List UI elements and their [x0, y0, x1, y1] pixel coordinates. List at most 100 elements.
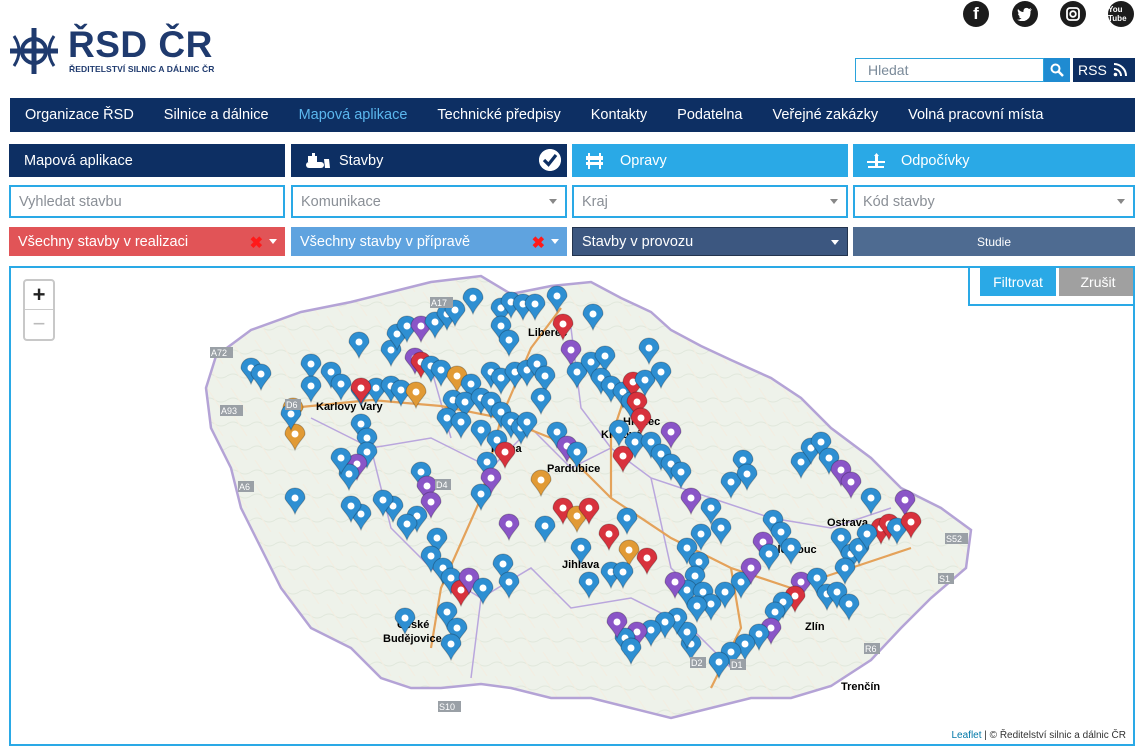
map-canvas[interactable]: Liberec Hradec Králové Pardubice Jihlava…	[11, 268, 1133, 744]
marker-dot	[619, 452, 627, 460]
nav-item-mapova-aplikace[interactable]: Mapová aplikace	[284, 107, 423, 123]
city-label: Zlín	[805, 621, 825, 633]
marker-dot	[695, 558, 703, 566]
status-in-operation-select[interactable]: Stavby v provozu	[572, 227, 848, 256]
road-label: D2	[691, 658, 703, 668]
checkmark-icon	[539, 149, 561, 171]
tab-mapova-aplikace-label: Mapová aplikace	[24, 152, 133, 169]
clear-icon[interactable]: ✖	[250, 233, 263, 253]
marker-dot	[337, 454, 345, 462]
marker-dot	[577, 544, 585, 552]
map-container[interactable]: Liberec Hradec Králové Pardubice Jihlava…	[9, 266, 1135, 746]
marker-dot	[637, 414, 645, 422]
nav-item-podatelna[interactable]: Podatelna	[662, 107, 757, 123]
marker-dot	[613, 618, 621, 626]
marker-dot	[605, 530, 613, 538]
clear-icon[interactable]: ✖	[532, 233, 545, 253]
marker-dot	[431, 318, 439, 326]
region-select-placeholder: Kraj	[582, 193, 608, 210]
zoom-in-button[interactable]: +	[25, 281, 53, 310]
marker-dot	[345, 470, 353, 478]
nav-item-technicke-predpisy[interactable]: Technické předpisy	[422, 107, 575, 123]
region-select[interactable]: Kraj	[572, 185, 848, 218]
marker-dot	[727, 648, 735, 656]
road-select-placeholder: Komunikace	[301, 193, 381, 210]
marker-dot	[505, 520, 513, 528]
marker-dot	[397, 386, 405, 394]
youtube-label: You Tube	[1108, 5, 1127, 23]
nav-item-organizace[interactable]: Organizace ŘSD	[10, 107, 149, 123]
picnic-table-icon	[867, 152, 885, 168]
chevron-down-icon	[831, 240, 839, 245]
marker-dot	[479, 584, 487, 592]
marker-dot	[777, 528, 785, 536]
marker-dot	[817, 438, 825, 446]
studies-button[interactable]: Studie	[853, 227, 1135, 256]
chevron-down-icon	[1117, 199, 1125, 204]
filter-button[interactable]: Filtrovat	[980, 268, 1056, 296]
cancel-button[interactable]: Zrušit	[1059, 268, 1133, 296]
status-in-realization-select[interactable]: Všechny stavby v realizaci ✖	[9, 227, 285, 256]
marker-dot	[307, 382, 315, 390]
marker-dot	[412, 388, 420, 396]
search-input[interactable]	[856, 59, 1043, 81]
youtube-icon[interactable]: You Tube	[1108, 1, 1134, 27]
construction-code-placeholder: Kód stavby	[863, 193, 935, 210]
tab-odpocivky[interactable]: Odpočívky	[853, 144, 1135, 177]
facebook-icon[interactable]: f	[963, 1, 989, 27]
marker-dot	[587, 358, 595, 366]
marker-dot	[291, 430, 299, 438]
marker-dot	[523, 418, 531, 426]
marker-dot	[825, 454, 833, 462]
marker-dot	[647, 626, 655, 634]
marker-dot	[847, 478, 855, 486]
nav-item-verejne-zakazky[interactable]: Veřejné zakázky	[757, 107, 893, 123]
tab-odpocivky-label: Odpočívky	[901, 152, 970, 169]
marker-dot	[357, 384, 365, 392]
marker-dot	[787, 544, 795, 552]
road-barrier-icon	[586, 152, 603, 169]
tab-stavby[interactable]: Stavby	[291, 144, 567, 177]
road-select[interactable]: Komunikace	[291, 185, 567, 218]
search-construction-input[interactable]: Vyhledat stavbu	[9, 185, 285, 218]
marker-dot	[647, 438, 655, 446]
twitter-icon[interactable]	[1012, 1, 1038, 27]
marker-dot	[423, 482, 431, 490]
instagram-icon[interactable]	[1060, 1, 1086, 27]
road-label: D6	[286, 400, 298, 410]
road-label: A72	[211, 348, 227, 358]
marker-dot	[447, 574, 455, 582]
marker-dot	[457, 586, 465, 594]
construction-code-select[interactable]: Kód stavby	[853, 185, 1135, 218]
status-in-preparation-select[interactable]: Všechny stavby v přípravě ✖	[291, 227, 567, 256]
marker-dot	[643, 554, 651, 562]
marker-dot	[443, 414, 451, 422]
marker-dot	[401, 614, 409, 622]
rss-feed-icon	[1113, 63, 1127, 77]
zoom-out-button[interactable]: −	[25, 310, 53, 339]
marker-dot	[667, 428, 675, 436]
search-button[interactable]	[1044, 58, 1070, 82]
leaflet-link[interactable]: Leaflet	[952, 730, 982, 741]
marker-dot	[813, 574, 821, 582]
marker-dot	[677, 468, 685, 476]
chevron-down-icon	[269, 239, 277, 244]
marker-dot	[477, 490, 485, 498]
rsd-logo[interactable]: ŘSD ČR ŘEDITELSTVÍ SILNIC A DÁLNIC ČR	[8, 24, 218, 80]
nav-item-kontakty[interactable]: Kontakty	[576, 107, 662, 123]
marker-dot	[533, 360, 541, 368]
search-box	[855, 58, 1044, 82]
marker-dot	[797, 458, 805, 466]
rss-button[interactable]: RSS	[1073, 58, 1135, 82]
marker-dot	[693, 602, 701, 610]
marker-dot	[437, 366, 445, 374]
marker-dot	[427, 552, 435, 560]
nav-item-silnice[interactable]: Silnice a dálnice	[149, 107, 284, 123]
marker-dot	[573, 512, 581, 520]
marker-dot	[657, 368, 665, 376]
tab-opravy[interactable]: Opravy	[572, 144, 848, 177]
marker-dot	[465, 574, 473, 582]
nav-item-volna-mista[interactable]: Volná pracovní místa	[893, 107, 1058, 123]
czech-republic-territory	[204, 274, 973, 720]
facebook-label: f	[973, 4, 979, 23]
